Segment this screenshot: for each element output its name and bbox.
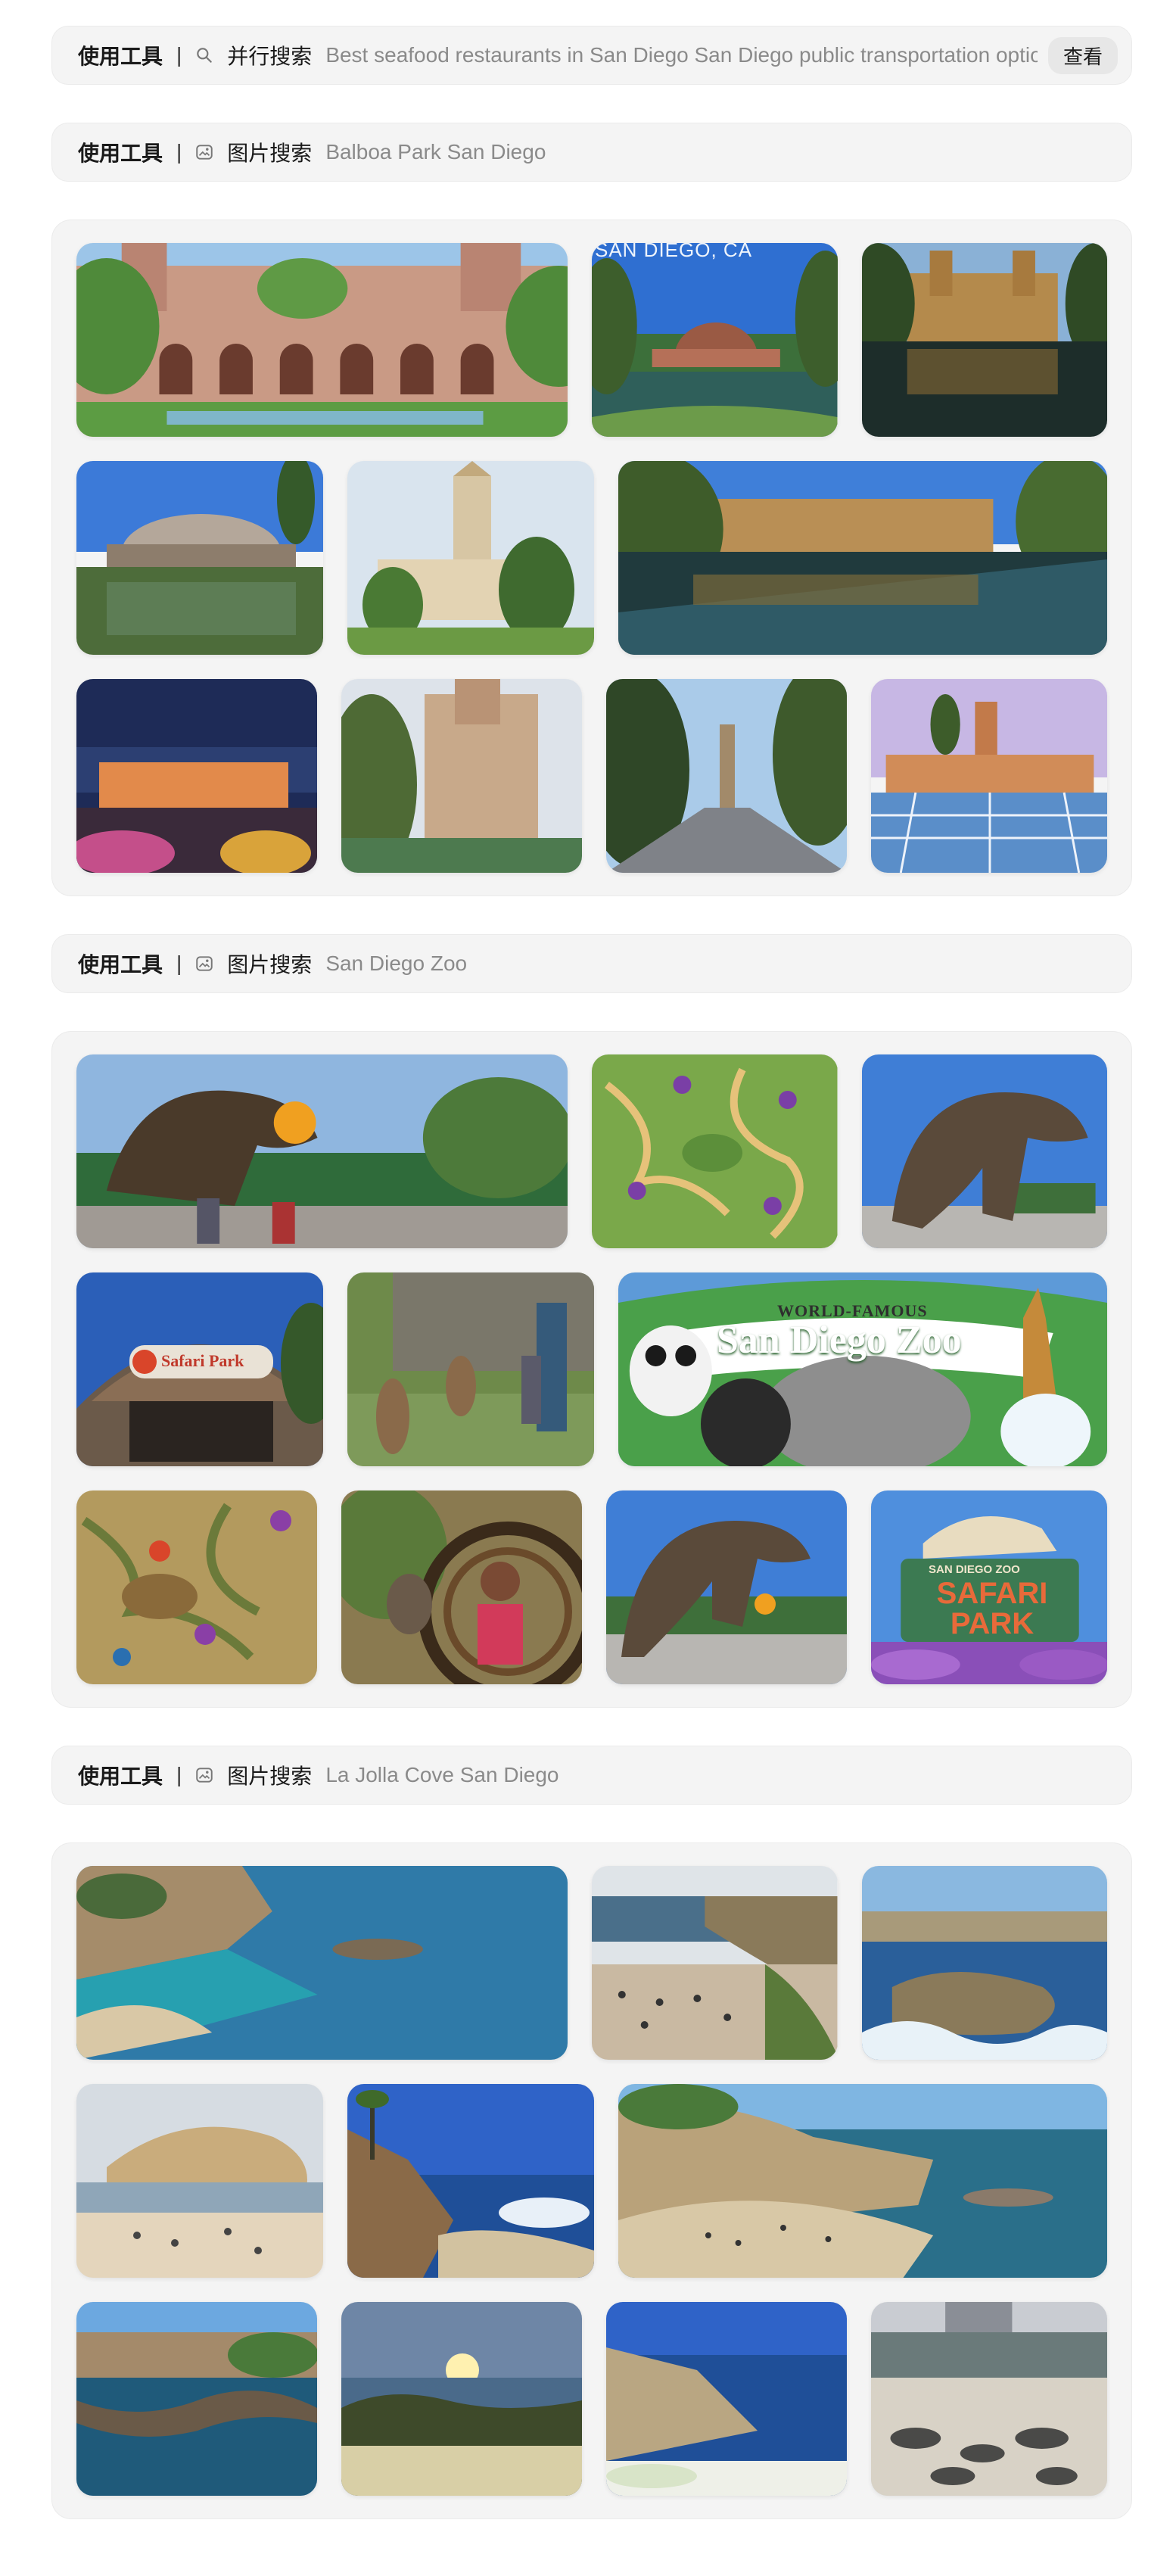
image-thumbnail[interactable]: [341, 1490, 582, 1684]
image-thumbnail[interactable]: [76, 1866, 568, 2060]
image-thumbnail[interactable]: [606, 679, 847, 873]
image-thumbnail[interactable]: [861, 243, 1107, 437]
image-thumbnail[interactable]: Safari Park: [76, 1272, 323, 1466]
results-column: 使用工具 | 并行搜索 Best seafood restaurants in …: [51, 26, 1132, 2557]
search-query: San Diego Zoo: [325, 952, 468, 975]
image-thumbnail[interactable]: [76, 2084, 323, 2278]
gallery-row: [76, 679, 1107, 873]
search-icon: [194, 45, 215, 66]
image-thumbnail[interactable]: [871, 679, 1107, 873]
gallery-row: [76, 1866, 1107, 2060]
image-thumbnail[interactable]: [871, 2302, 1107, 2496]
search-query: Best seafood restaurants in San Diego Sa…: [325, 43, 1038, 67]
image-thumbnail[interactable]: [606, 1490, 847, 1684]
image-thumbnail[interactable]: [76, 243, 568, 437]
gallery-row: SAN DIEGO ZOO SAFARI PARK: [76, 1490, 1107, 1684]
image-thumbnail[interactable]: [76, 461, 323, 655]
tool-label: 使用工具: [78, 953, 163, 977]
image-thumbnail[interactable]: [861, 1054, 1107, 1248]
image-gallery-balboa: SAN DIEGO, CA: [51, 220, 1132, 896]
tool-label: 使用工具: [78, 142, 163, 165]
gallery-row: [76, 461, 1107, 655]
separator: |: [176, 952, 182, 975]
image-thumbnail[interactable]: [592, 1054, 838, 1248]
search-query: La Jolla Cove San Diego: [325, 1763, 559, 1786]
tool-call-image-search-balboa[interactable]: 使用工具 | 图片搜索 Balboa Park San Diego: [51, 123, 1132, 182]
image-thumbnail[interactable]: [606, 2302, 847, 2496]
image-thumbnail[interactable]: [76, 679, 317, 873]
tool-label: 使用工具: [78, 45, 163, 68]
image-thumbnail[interactable]: [347, 461, 594, 655]
tool-mode: 图片搜索: [227, 1765, 313, 1788]
gallery-row: [76, 2302, 1107, 2496]
gallery-row: SAN DIEGO, CA: [76, 243, 1107, 437]
image-thumbnail[interactable]: WORLD-FAMOUS San Diego Zoo: [618, 1272, 1107, 1466]
tool-call-image-search-la-jolla[interactable]: 使用工具 | 图片搜索 La Jolla Cove San Diego: [51, 1746, 1132, 1805]
safari-sign: SAFARI PARK: [936, 1577, 1048, 1640]
separator: |: [176, 140, 182, 164]
tool-call-image-search-zoo[interactable]: 使用工具 | 图片搜索 San Diego Zoo: [51, 934, 1132, 993]
gallery-row: [76, 2084, 1107, 2278]
image-thumbnail[interactable]: [76, 1490, 317, 1684]
image-thumbnail[interactable]: [341, 2302, 582, 2496]
tool-mode: 并行搜索: [227, 45, 313, 68]
tool-label: 使用工具: [78, 1765, 163, 1788]
tool-mode: 图片搜索: [227, 953, 313, 977]
entrance-sign: Safari Park: [161, 1351, 244, 1370]
image-thumbnail[interactable]: [341, 679, 582, 873]
image-gallery-zoo: Safari Park WORLD-FAMOUS San Diego Zoo S…: [51, 1031, 1132, 1708]
safari-sign-top: SAN DIEGO ZOO: [929, 1563, 1020, 1576]
gallery-row: [76, 1054, 1107, 1248]
image-thumbnail[interactable]: [347, 2084, 594, 2278]
image-thumbnail[interactable]: SAN DIEGO ZOO SAFARI PARK: [871, 1490, 1107, 1684]
search-query: Balboa Park San Diego: [325, 140, 546, 164]
image-caption: SAN DIEGO, CA: [595, 243, 753, 261]
image-thumbnail[interactable]: [861, 1866, 1107, 2060]
image-thumbnail[interactable]: [618, 461, 1107, 655]
image-thumbnail[interactable]: SAN DIEGO, CA: [592, 243, 838, 437]
separator: |: [176, 1763, 182, 1786]
tool-call-parallel-search[interactable]: 使用工具 | 并行搜索 Best seafood restaurants in …: [51, 26, 1132, 85]
zoo-sign-main: San Diego Zoo: [717, 1319, 962, 1362]
image-thumbnail[interactable]: [618, 2084, 1107, 2278]
image-search-icon: [194, 953, 215, 974]
separator: |: [176, 43, 182, 67]
image-search-icon: [194, 142, 215, 163]
image-thumbnail[interactable]: [347, 1272, 594, 1466]
image-gallery-la-jolla: [51, 1842, 1132, 2519]
image-search-icon: [194, 1765, 215, 1786]
image-thumbnail[interactable]: [76, 1054, 568, 1248]
gallery-row: Safari Park WORLD-FAMOUS San Diego Zoo: [76, 1272, 1107, 1466]
image-thumbnail[interactable]: [592, 1866, 838, 2060]
view-button[interactable]: 查看: [1047, 36, 1118, 74]
tool-mode: 图片搜索: [227, 142, 313, 165]
image-thumbnail[interactable]: [76, 2302, 317, 2496]
